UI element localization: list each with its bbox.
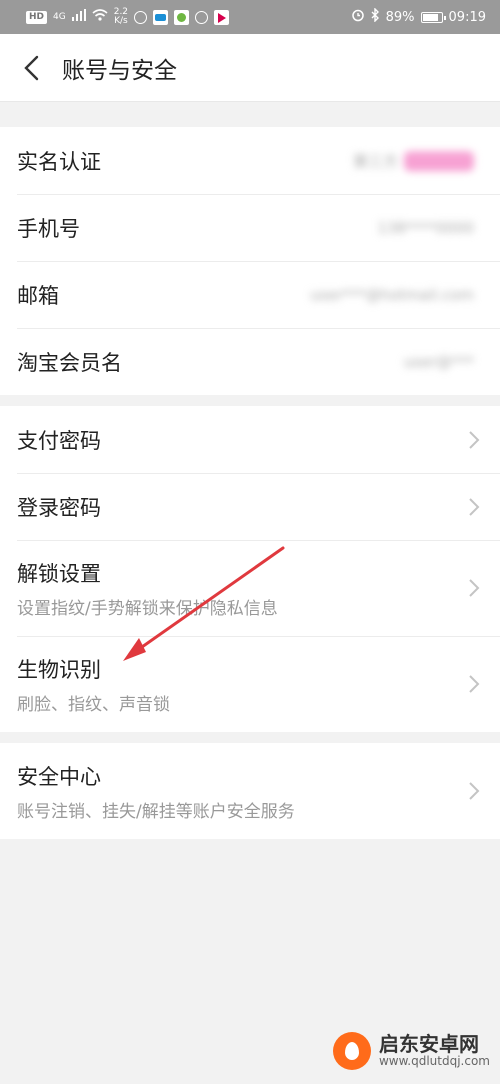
row-email[interactable]: 邮箱 user***@hotmail.com [0,261,500,328]
password-group: 支付密码 登录密码 解锁设置 设置指纹/手势解锁来保护隐私信息 生物识别 刷脸、… [0,406,500,732]
network-speed: 2.2 K/s [114,8,128,26]
verified-badge [404,151,474,172]
chevron-right-icon [469,430,480,449]
chevron-right-icon [469,675,480,693]
row-label: 安全中心 [17,764,101,789]
row-label: 邮箱 [17,283,59,308]
row-subtitle: 设置指纹/手势解锁来保护隐私信息 [17,598,278,619]
battery-icon [420,11,446,23]
row-label: 解锁设置 [17,561,101,586]
network-type: 4G [53,12,66,22]
row-label: 登录密码 [17,495,101,520]
watermark-url: www.qdlutdqj.com [378,1054,490,1069]
row-subtitle: 账号注销、挂失/解挂等账户安全服务 [17,801,295,822]
bluetooth-icon [371,7,380,26]
chevron-right-icon [469,579,480,597]
app-notification-icon-2 [174,9,190,25]
back-button[interactable] [0,34,62,102]
row-biometrics[interactable]: 生物识别 刷脸、指纹、声音锁 [0,636,500,732]
watermark-text: 启东安卓网 www.qdlutdqj.com [379,1033,490,1068]
signal-icon [71,9,86,25]
row-real-name[interactable]: 实名认证 第三方 [0,127,500,194]
real-name-text: 第三方 [352,151,398,170]
chevron-right-icon [469,782,480,800]
app-header: 账号与安全 [0,34,500,102]
row-payment-password[interactable]: 支付密码 [0,406,500,473]
row-taobao-name[interactable]: 淘宝会员名 user@*** [0,328,500,395]
email-value: user***@hotmail.com [310,285,474,304]
video-app-icon [214,9,230,25]
security-group: 安全中心 账号注销、挂失/解挂等账户安全服务 [0,743,500,839]
row-login-password[interactable]: 登录密码 [0,473,500,540]
app-notification-icon-3 [195,10,209,24]
row-phone[interactable]: 手机号 138****0000 [0,194,500,261]
status-left: HD 4G 2.2 K/s [26,8,230,26]
row-label: 手机号 [17,216,80,241]
clock: 09:19 [448,9,486,25]
notification-icon [134,10,148,24]
battery-percent: 89% [385,9,415,25]
status-right: 89% 09:19 [351,7,486,26]
chevron-left-icon [24,55,39,80]
row-subtitle: 刷脸、指纹、声音锁 [17,694,170,715]
watermark-name: 启东安卓网 [378,1032,479,1057]
app-notification-icon [153,9,169,25]
taobao-name-value: user@*** [403,352,474,371]
alarm-icon [351,8,365,26]
row-label: 实名认证 [17,149,101,174]
real-name-value: 第三方 [353,150,474,172]
hd-badge: HD [26,10,48,24]
phone-value: 138****0000 [377,218,474,237]
account-info-group: 实名认证 第三方 手机号 138****0000 邮箱 user***@hotm… [0,127,500,395]
chevron-right-icon [469,497,480,516]
wifi-icon [92,9,108,25]
speed-unit: K/s [114,16,128,26]
page-title: 账号与安全 [62,57,177,84]
row-label: 淘宝会员名 [17,350,122,375]
status-bar: HD 4G 2.2 K/s 89% 09:19 [0,0,500,34]
row-unlock-settings[interactable]: 解锁设置 设置指纹/手势解锁来保护隐私信息 [0,540,500,636]
row-label: 支付密码 [17,428,101,453]
watermark-logo-icon [332,1032,371,1070]
row-label: 生物识别 [17,657,101,682]
watermark: 启东安卓网 www.qdlutdqj.com [332,1032,490,1070]
row-security-center[interactable]: 安全中心 账号注销、挂失/解挂等账户安全服务 [0,743,500,839]
